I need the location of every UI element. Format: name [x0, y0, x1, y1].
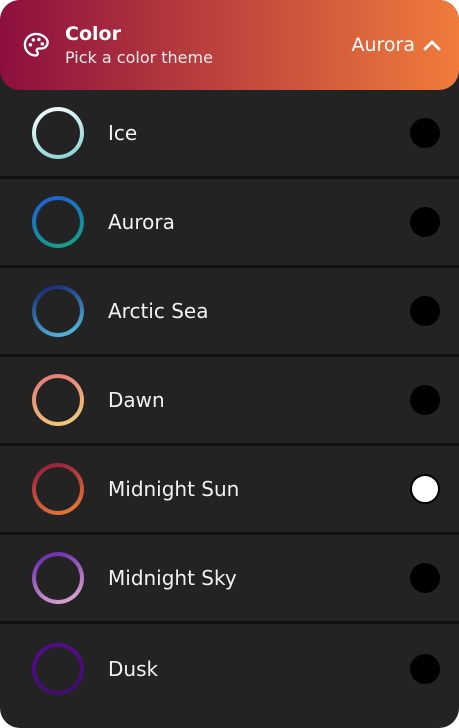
theme-option-label: Midnight Sky [108, 566, 237, 590]
theme-option-ice[interactable]: Ice [0, 90, 459, 179]
theme-swatch-icon [32, 374, 84, 426]
theme-swatch-icon [32, 463, 84, 515]
radio-button[interactable] [410, 653, 440, 684]
color-theme-panel: Color Pick a color theme Aurora Ice Auro… [0, 0, 459, 728]
theme-option-label: Dusk [108, 656, 159, 681]
theme-swatch-icon [32, 552, 84, 604]
current-theme-label: Aurora [351, 34, 415, 56]
radio-button[interactable] [410, 207, 440, 237]
theme-option-aurora[interactable]: Aurora [0, 179, 459, 268]
header-text: Color Pick a color theme [65, 23, 351, 68]
theme-swatch-icon [32, 196, 84, 248]
theme-list: Ice Aurora Arctic Sea Dawn Midnight Sun [0, 90, 459, 713]
theme-swatch-icon [32, 107, 84, 159]
chevron-up-icon [423, 39, 441, 51]
theme-option-label: Dawn [108, 388, 165, 412]
color-theme-header[interactable]: Color Pick a color theme Aurora [0, 0, 459, 90]
palette-icon [22, 31, 50, 59]
theme-option-label: Ice [108, 121, 138, 145]
current-theme-value[interactable]: Aurora [351, 34, 441, 56]
radio-button[interactable] [410, 296, 440, 326]
theme-swatch-icon [32, 642, 84, 695]
theme-option-arctic-sea[interactable]: Arctic Sea [0, 268, 459, 357]
theme-swatch-icon [32, 285, 84, 337]
theme-option-midnight-sky[interactable]: Midnight Sky [0, 535, 459, 624]
radio-button[interactable] [410, 118, 440, 148]
theme-option-midnight-sun[interactable]: Midnight Sun [0, 446, 459, 535]
theme-option-dusk[interactable]: Dusk [0, 624, 459, 713]
header-title: Color [65, 22, 121, 45]
theme-option-label: Aurora [108, 210, 175, 234]
radio-button[interactable] [410, 563, 440, 593]
theme-option-label: Midnight Sun [108, 477, 240, 501]
radio-button[interactable] [410, 385, 440, 415]
radio-button-selected[interactable] [410, 474, 440, 504]
theme-option-dawn[interactable]: Dawn [0, 357, 459, 446]
header-subtitle: Pick a color theme [65, 47, 213, 67]
theme-option-label: Arctic Sea [108, 299, 209, 323]
